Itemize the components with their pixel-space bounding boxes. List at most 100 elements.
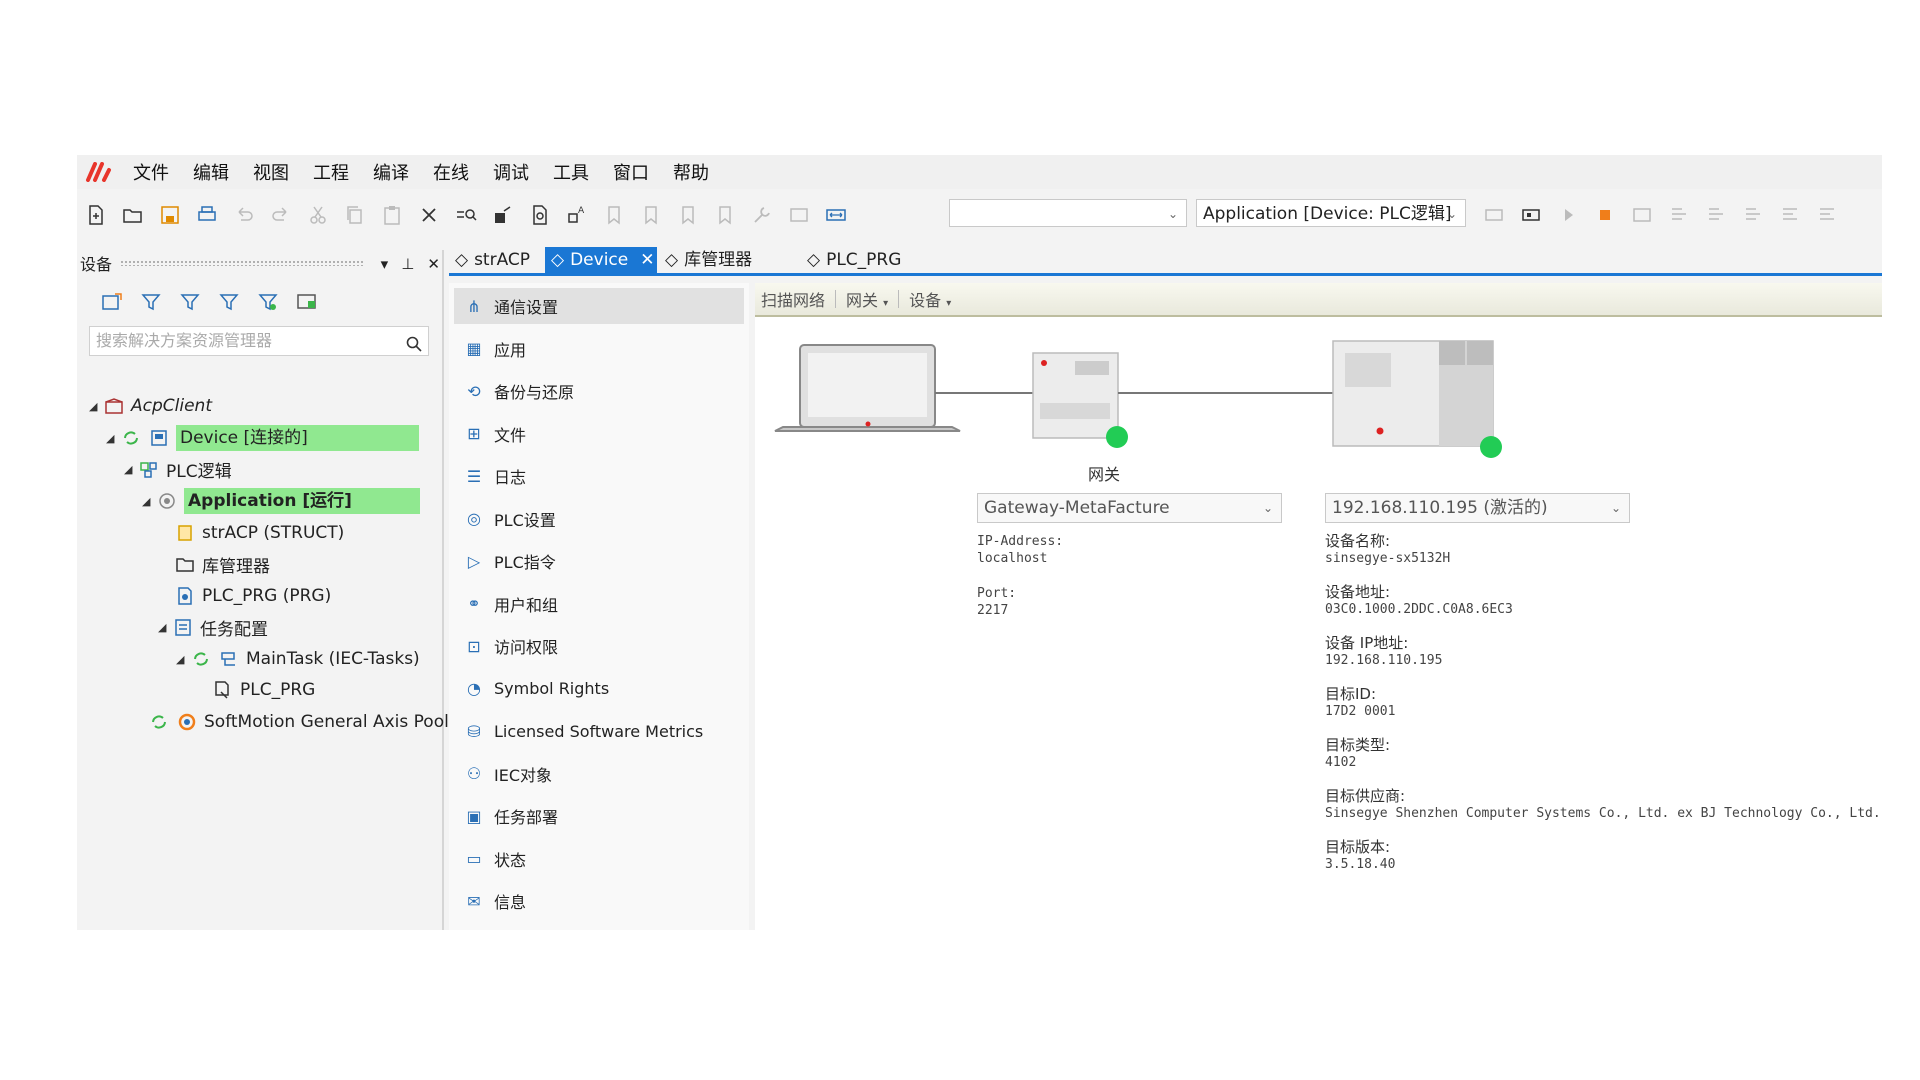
- dropdown-icon[interactable]: ▾: [381, 255, 389, 273]
- nav-item[interactable]: ⚇ IEC对象: [454, 756, 744, 792]
- search-doc-icon[interactable]: [521, 199, 558, 231]
- nav-item[interactable]: ▣ 任务部署: [454, 798, 744, 834]
- device-menu-button[interactable]: 设备 ▾: [903, 287, 957, 311]
- menu-file[interactable]: 文件: [121, 159, 181, 185]
- collapse-arrow-icon[interactable]: ◢: [158, 621, 172, 634]
- active-application-combo[interactable]: Application [Device: PLC逻辑] ⌄: [1196, 199, 1466, 227]
- filter-icon[interactable]: [131, 288, 170, 316]
- menu-view[interactable]: 视图: [241, 159, 301, 185]
- menu-build[interactable]: 编译: [361, 159, 421, 185]
- login-icon[interactable]: [1475, 199, 1512, 231]
- open-folder-icon[interactable]: [114, 199, 151, 231]
- menu-help[interactable]: 帮助: [661, 159, 721, 185]
- copy-icon[interactable]: [336, 199, 373, 231]
- menu-project[interactable]: 工程: [301, 159, 361, 185]
- laptop-icon[interactable]: [774, 344, 961, 432]
- replace-icon[interactable]: A: [558, 199, 595, 231]
- filter-icon[interactable]: [170, 288, 209, 316]
- undo-icon[interactable]: [225, 199, 262, 231]
- menu-window[interactable]: 窗口: [601, 159, 661, 185]
- menu-tools[interactable]: 工具: [541, 159, 601, 185]
- nav-item[interactable]: ✉ 信息: [454, 883, 744, 919]
- nav-item[interactable]: ⛁ Licensed Software Metrics: [454, 713, 744, 749]
- drag-handle[interactable]: [120, 260, 365, 266]
- step-into-icon[interactable]: [1697, 199, 1734, 231]
- device-view-icon[interactable]: [287, 288, 326, 316]
- close-icon[interactable]: ✕: [427, 255, 440, 273]
- pin-icon[interactable]: ⊥: [401, 255, 414, 273]
- search-icon[interactable]: [406, 333, 422, 361]
- collapse-arrow-icon[interactable]: ◢: [89, 400, 103, 413]
- nav-item[interactable]: ▭ 状态: [454, 841, 744, 877]
- menu-debug[interactable]: 调试: [481, 159, 541, 185]
- menu-online[interactable]: 在线: [421, 159, 481, 185]
- bookmark-icon[interactable]: [595, 199, 632, 231]
- tab-stracp[interactable]: ◇ strACP: [449, 247, 536, 273]
- step-out-icon[interactable]: [1734, 199, 1771, 231]
- nav-item[interactable]: ▷ PLC指令: [454, 543, 744, 579]
- collapse-arrow-icon[interactable]: ◢: [106, 432, 120, 445]
- menu-edit[interactable]: 编辑: [181, 159, 241, 185]
- nav-item[interactable]: ⚭ 用户和组: [454, 586, 744, 622]
- paste-icon[interactable]: [373, 199, 410, 231]
- bookmark-clear-icon[interactable]: [706, 199, 743, 231]
- tree-item-application[interactable]: ◢ Application [运行]: [142, 488, 420, 514]
- cut-icon[interactable]: [299, 199, 336, 231]
- gateway-device-icon[interactable]: [1032, 352, 1128, 448]
- nav-item[interactable]: ⊞ 文件: [454, 416, 744, 452]
- tree-item-plc-prg[interactable]: PLC_PRG (PRG): [174, 583, 331, 609]
- save-icon[interactable]: [151, 199, 188, 231]
- nav-item[interactable]: ⟲ 备份与还原: [454, 373, 744, 409]
- nav-item[interactable]: ◎ PLC设置: [454, 501, 744, 537]
- collapse-arrow-icon[interactable]: ◢: [142, 495, 156, 508]
- wrench-icon[interactable]: [743, 199, 780, 231]
- tree-item-device[interactable]: ◢ Device [连接的]: [106, 425, 419, 451]
- new-file-icon[interactable]: [77, 199, 114, 231]
- tab-device[interactable]: ◇ Device ✕: [545, 247, 657, 273]
- set-next-statement-icon[interactable]: [1808, 199, 1845, 231]
- bookmark-next-icon[interactable]: [669, 199, 706, 231]
- filter-icon[interactable]: [209, 288, 248, 316]
- bookmark-prev-icon[interactable]: [632, 199, 669, 231]
- nav-item[interactable]: ◔ Symbol Rights: [454, 671, 744, 707]
- nav-item[interactable]: ⋔ 通信设置: [454, 288, 744, 324]
- tree-item-plc-prg-call[interactable]: PLC_PRG: [212, 677, 315, 703]
- tree-item-maintask[interactable]: ◢ MainTask (IEC-Tasks): [176, 646, 420, 672]
- gateway-menu-button[interactable]: 网关 ▾: [840, 287, 894, 311]
- nav-item[interactable]: ☰ 日志: [454, 458, 744, 494]
- gateway-select[interactable]: Gateway-MetaFacture ⌄: [977, 493, 1282, 523]
- tab-library-manager[interactable]: ◇ 库管理器: [659, 247, 758, 273]
- add-device-icon[interactable]: [92, 288, 131, 316]
- delete-icon[interactable]: [410, 199, 447, 231]
- print-icon[interactable]: [188, 199, 225, 231]
- step-over-icon[interactable]: [1660, 199, 1697, 231]
- search-input[interactable]: 搜索解决方案资源管理器: [89, 326, 429, 356]
- plc-device-icon[interactable]: [1332, 340, 1502, 458]
- find-replace-icon[interactable]: [447, 199, 484, 231]
- scan-network-button[interactable]: 扫描网络: [755, 287, 831, 311]
- logout-icon[interactable]: [1512, 199, 1549, 231]
- fit-width-icon[interactable]: [817, 199, 854, 231]
- tree-item-stracp[interactable]: strACP (STRUCT): [174, 520, 344, 546]
- project-combo[interactable]: ⌄: [949, 199, 1187, 227]
- tree-item-task-config[interactable]: ◢ 任务配置: [158, 614, 268, 640]
- tree-item-acpclient[interactable]: ◢ AcpClient: [89, 393, 212, 419]
- run-to-cursor-icon[interactable]: [1771, 199, 1808, 231]
- reset-icon[interactable]: [1623, 199, 1660, 231]
- filter-icon[interactable]: [248, 288, 287, 316]
- device-select[interactable]: 192.168.110.195 (激活的) ⌄: [1325, 493, 1630, 523]
- nav-item[interactable]: ▦ 应用: [454, 331, 744, 367]
- tree-item-softmotion-pool[interactable]: SoftMotion General Axis Pool: [148, 709, 449, 735]
- nav-item[interactable]: ⊡ 访问权限: [454, 628, 744, 664]
- window-icon[interactable]: [780, 199, 817, 231]
- redo-icon[interactable]: [262, 199, 299, 231]
- close-tab-icon[interactable]: ✕: [640, 247, 654, 273]
- tab-plc-prg[interactable]: ◇ PLC_PRG: [801, 247, 907, 273]
- object-browse-icon[interactable]: [484, 199, 521, 231]
- collapse-arrow-icon[interactable]: ◢: [176, 653, 190, 666]
- tree-item-plc-logic[interactable]: ◢ PLC逻辑: [124, 456, 232, 482]
- tree-item-library-manager[interactable]: 库管理器: [174, 551, 270, 577]
- run-icon[interactable]: [1549, 199, 1586, 231]
- stop-icon[interactable]: [1586, 199, 1623, 231]
- collapse-arrow-icon[interactable]: ◢: [124, 463, 138, 476]
